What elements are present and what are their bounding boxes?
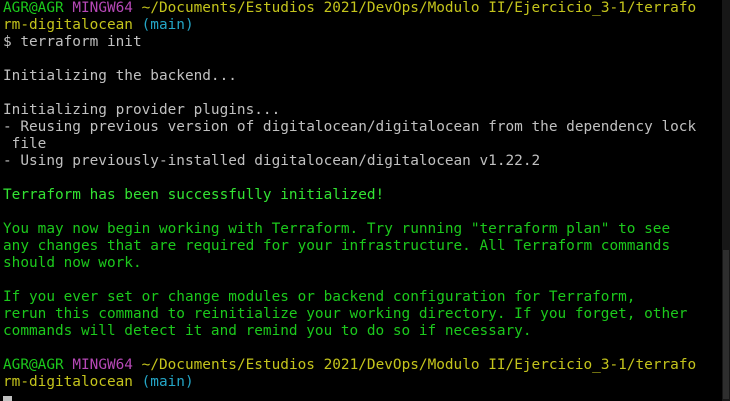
- output-backend: Initializing the backend...: [3, 68, 237, 84]
- prompt-path-cont: rm-digitalocean: [3, 17, 133, 33]
- text-cursor: [3, 396, 12, 401]
- output-para2-line3: commands will detect it and remind you t…: [3, 323, 532, 339]
- output-para1-line1: You may now begin working with Terraform…: [3, 221, 671, 237]
- prompt-branch: (main): [141, 374, 194, 390]
- prompt-shell: MINGW64: [72, 0, 133, 16]
- prompt-path-cont: rm-digitalocean: [3, 374, 133, 390]
- output-reusing-cont: file: [3, 136, 47, 152]
- output-para1-line2: any changes that are required for your i…: [3, 238, 671, 254]
- command-line: $ terraform init: [3, 34, 142, 50]
- prompt-user-host: AGR@AGR: [3, 357, 64, 373]
- terminal-window[interactable]: AGR@AGR MINGW64 ~/Documents/Estudios 202…: [0, 0, 722, 401]
- prompt-branch: (main): [141, 17, 194, 33]
- prompt-line-2: AGR@AGR MINGW64 ~/Documents/Estudios 202…: [3, 357, 722, 374]
- prompt-user-host: AGR@AGR: [3, 0, 64, 16]
- output-provider: Initializing provider plugins...: [3, 102, 281, 118]
- prompt-path: ~/Documents/Estudios 2021/DevOps/Modulo …: [141, 357, 697, 373]
- prompt-line-1: AGR@AGR MINGW64 ~/Documents/Estudios 202…: [3, 0, 722, 17]
- prompt-path: ~/Documents/Estudios 2021/DevOps/Modulo …: [141, 0, 697, 16]
- output-para1-line3: should now work.: [3, 255, 142, 271]
- output-para2-line2: rerun this command to reinitialize your …: [3, 306, 688, 322]
- scrollbar-thumb[interactable]: [723, 250, 729, 399]
- prompt-line-1-cont: rm-digitalocean (main): [3, 17, 722, 34]
- prompt-shell: MINGW64: [72, 357, 133, 373]
- output-using: - Using previously-installed digitalocea…: [3, 153, 541, 169]
- vertical-scrollbar[interactable]: [722, 0, 730, 401]
- output-reusing: - Reusing previous version of digitaloce…: [3, 119, 697, 135]
- output-success: Terraform has been successfully initiali…: [3, 187, 385, 203]
- output-para2-line1: If you ever set or change modules or bac…: [3, 289, 636, 305]
- prompt-line-2-cont: rm-digitalocean (main): [3, 374, 722, 391]
